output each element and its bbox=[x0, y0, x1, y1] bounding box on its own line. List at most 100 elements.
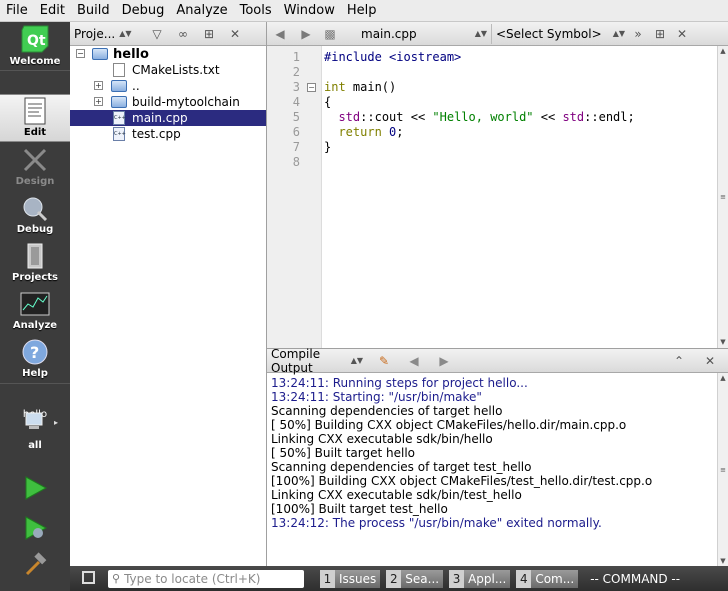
kit-expand-arrow-icon[interactable]: ▸ bbox=[54, 418, 58, 427]
line-number: 3 bbox=[292, 80, 300, 94]
menu-window[interactable]: Window bbox=[278, 0, 341, 22]
cpp-file-icon bbox=[113, 111, 126, 125]
output-scrollbar[interactable]: ▲ ≡ ▼ bbox=[717, 373, 728, 567]
svg-text:?: ? bbox=[30, 343, 39, 362]
mode-welcome[interactable]: Qt Welcome bbox=[0, 22, 70, 70]
tree-item-folder[interactable]: + .. bbox=[70, 78, 266, 94]
menu-tools[interactable]: Tools bbox=[234, 0, 278, 22]
output-line: Linking CXX executable sdk/bin/test_hell… bbox=[271, 488, 522, 502]
symbol-selector[interactable]: <Select Symbol> ▲▼ bbox=[491, 23, 629, 44]
menu-debug[interactable]: Debug bbox=[116, 0, 171, 22]
tree-item-label: build-mytoolchain bbox=[132, 95, 240, 109]
document-selector[interactable]: main.cpp ▲▼ bbox=[341, 24, 491, 44]
kit-selector[interactable] bbox=[24, 412, 48, 432]
symbol-name: <Select Symbol> bbox=[496, 26, 602, 41]
pane-button-search[interactable]: 2 Sea... bbox=[386, 569, 444, 589]
line-number: 1 bbox=[292, 50, 300, 64]
mode-separator bbox=[0, 70, 70, 71]
editor-scrollbar[interactable]: ▲ ≡ ▼ bbox=[717, 46, 728, 348]
locator-input[interactable]: ⚲ Type to locate (Ctrl+K) bbox=[108, 569, 304, 588]
mode-help-label: Help bbox=[22, 368, 48, 379]
output-line: [ 50%] Built target hello bbox=[271, 446, 415, 460]
filter-icon[interactable]: ▽ bbox=[148, 25, 166, 43]
updown-arrow-icon: ▲▼ bbox=[612, 29, 625, 38]
tree-item-label: hello bbox=[113, 46, 149, 62]
output-line: [100%] Building CXX object CMakeFiles/te… bbox=[271, 474, 653, 488]
output-text[interactable]: 13:24:11: Running steps for project hell… bbox=[267, 373, 717, 567]
menu-file[interactable]: File bbox=[0, 0, 34, 22]
folder-icon bbox=[111, 80, 127, 92]
expand-icon[interactable]: + bbox=[94, 81, 103, 90]
output-line: 13:24:11: Running steps for project hell… bbox=[271, 376, 528, 390]
tree-item-label: test.cpp bbox=[132, 127, 181, 141]
toggle-sidebar-icon[interactable] bbox=[82, 571, 95, 584]
previous-item-icon[interactable]: ◀ bbox=[405, 352, 423, 370]
menu-analyze[interactable]: Analyze bbox=[170, 0, 233, 22]
menu-edit[interactable]: Edit bbox=[34, 0, 71, 22]
mode-debug[interactable]: Debug bbox=[0, 190, 70, 238]
output-line: Linking CXX executable sdk/bin/hello bbox=[271, 432, 493, 446]
scroll-up-icon[interactable]: ▲ bbox=[718, 373, 728, 384]
output-line: Scanning dependencies of target hello bbox=[271, 404, 503, 418]
mode-projects[interactable]: Projects bbox=[0, 238, 70, 286]
design-tools-icon bbox=[23, 148, 47, 172]
close-icon[interactable]: ✕ bbox=[701, 352, 719, 370]
scroll-grip-icon[interactable]: ≡ bbox=[718, 192, 728, 203]
vim-mode-indicator: -- COMMAND -- bbox=[590, 571, 681, 586]
fold-marker-icon[interactable]: − bbox=[307, 83, 316, 92]
project-folder-icon bbox=[92, 48, 108, 60]
scroll-grip-icon[interactable]: ≡ bbox=[718, 465, 728, 476]
tree-item-project[interactable]: − hello bbox=[70, 46, 266, 62]
link-icon[interactable]: ∞ bbox=[174, 25, 192, 43]
expand-icon[interactable]: + bbox=[94, 97, 103, 106]
debug-run-button[interactable] bbox=[22, 515, 48, 541]
mode-analyze-label: Analyze bbox=[12, 320, 58, 331]
mode-sidebar: Qt Welcome Edit Design Debug Projects An… bbox=[0, 22, 70, 591]
forward-arrow-icon[interactable]: ▶ bbox=[293, 27, 319, 41]
close-icon[interactable]: ✕ bbox=[226, 25, 244, 43]
mode-help[interactable]: ? Help bbox=[0, 334, 70, 382]
tree-item-file[interactable]: CMakeLists.txt bbox=[70, 62, 266, 78]
pane-label: Sea... bbox=[401, 569, 444, 588]
maximize-chevron-icon[interactable]: ⌃ bbox=[670, 352, 688, 370]
code-line: return 0; bbox=[338, 125, 404, 139]
svg-text:Qt: Qt bbox=[27, 33, 46, 49]
project-view-selector[interactable]: Proje... ▲▼ bbox=[70, 24, 140, 44]
lock-icon: ▩ bbox=[324, 26, 336, 41]
code-line: std::cout << "Hello, world" << std::endl… bbox=[338, 110, 635, 124]
pane-label: Com... bbox=[531, 569, 579, 588]
collapse-icon[interactable]: − bbox=[76, 49, 85, 58]
output-selector[interactable]: Compile Output ▲▼ bbox=[267, 347, 367, 375]
mode-edit[interactable]: Edit bbox=[0, 94, 70, 142]
next-item-icon[interactable]: ▶ bbox=[435, 352, 453, 370]
pane-button-compile[interactable]: 4 Com... bbox=[516, 569, 579, 589]
output-line: [ 50%] Building CXX object CMakeFiles/he… bbox=[271, 418, 627, 432]
output-line: 13:24:12: The process "/usr/bin/make" ex… bbox=[271, 516, 602, 530]
menu-help[interactable]: Help bbox=[341, 0, 383, 22]
run-play-icon bbox=[25, 476, 48, 500]
tree-item-file-selected[interactable]: main.cpp bbox=[70, 110, 266, 126]
clear-output-icon[interactable]: ✎ bbox=[375, 352, 393, 370]
mode-design[interactable]: Design bbox=[0, 142, 70, 190]
tree-item-file[interactable]: test.cpp bbox=[70, 126, 266, 142]
scroll-down-icon[interactable]: ▼ bbox=[718, 337, 728, 348]
tree-item-label: CMakeLists.txt bbox=[132, 63, 220, 77]
pane-button-application[interactable]: 3 Appl... bbox=[449, 569, 511, 589]
tree-item-folder[interactable]: + build-mytoolchain bbox=[70, 94, 266, 110]
build-button[interactable] bbox=[22, 552, 48, 578]
run-button[interactable] bbox=[22, 475, 48, 501]
output-title: Compile Output bbox=[271, 346, 321, 375]
more-chevron-icon[interactable]: » bbox=[629, 25, 647, 43]
back-arrow-icon[interactable]: ◀ bbox=[267, 27, 293, 41]
menu-build[interactable]: Build bbox=[71, 0, 116, 22]
pane-button-issues[interactable]: 1 Issues bbox=[320, 569, 381, 589]
mode-analyze[interactable]: Analyze bbox=[0, 286, 70, 334]
menu-bar: File Edit Build Debug Analyze Tools Wind… bbox=[0, 0, 728, 22]
scroll-up-icon[interactable]: ▲ bbox=[718, 46, 728, 57]
output-line: Scanning dependencies of target test_hel… bbox=[271, 460, 532, 474]
split-icon[interactable]: ⊞ bbox=[200, 25, 218, 43]
split-icon[interactable]: ⊞ bbox=[651, 25, 669, 43]
line-number: 4 bbox=[292, 95, 300, 109]
code-text-area[interactable]: #include <iostream> int main() { std::co… bbox=[322, 46, 717, 348]
close-icon[interactable]: ✕ bbox=[673, 25, 691, 43]
